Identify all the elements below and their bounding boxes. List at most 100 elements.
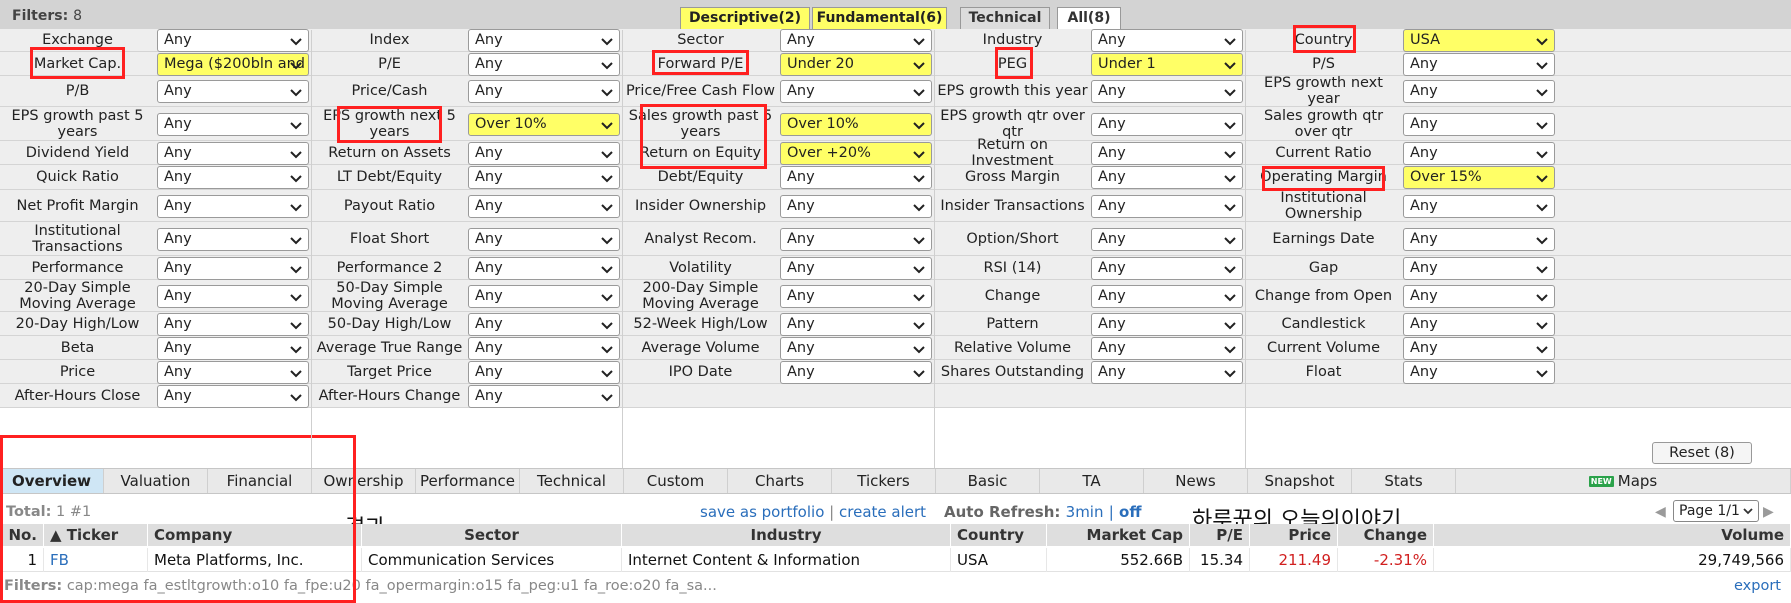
export-link[interactable]: export xyxy=(1734,578,1781,594)
reset-button[interactable]: Reset (8) xyxy=(1652,442,1752,464)
tab-charts[interactable]: Charts xyxy=(728,469,832,493)
filter-select[interactable]: Any xyxy=(780,166,932,189)
filter-select[interactable]: Any xyxy=(468,166,620,189)
auto-refresh-interval[interactable]: 3min xyxy=(1066,503,1104,521)
filter-select[interactable]: Any xyxy=(468,29,620,52)
column-header[interactable]: Price xyxy=(1250,524,1338,546)
tab-all[interactable]: All(8) xyxy=(1057,7,1121,29)
filter-select[interactable]: Any xyxy=(1403,142,1555,165)
tab-custom[interactable]: Custom xyxy=(624,469,728,493)
column-header[interactable]: Company xyxy=(148,524,362,546)
filter-select[interactable]: Any xyxy=(157,142,309,165)
tab-technical[interactable]: Technical xyxy=(960,7,1050,29)
filter-select[interactable]: Any xyxy=(468,257,620,280)
filter-select[interactable]: Any xyxy=(1403,285,1555,308)
filter-select[interactable]: Any xyxy=(1091,313,1243,336)
filter-select[interactable]: Any xyxy=(1403,257,1555,280)
filter-select[interactable]: Any xyxy=(1091,257,1243,280)
column-header[interactable]: Sector xyxy=(362,524,622,546)
filter-select[interactable]: Any xyxy=(157,385,309,408)
filter-select[interactable]: Any xyxy=(780,285,932,308)
filter-select[interactable]: Any xyxy=(468,385,620,408)
filter-select[interactable]: Under 20 xyxy=(780,53,932,76)
filter-select[interactable]: Any xyxy=(780,313,932,336)
tab-valuation[interactable]: Valuation xyxy=(104,469,208,493)
filter-select[interactable]: Any xyxy=(468,313,620,336)
filter-select[interactable]: Any xyxy=(780,228,932,251)
filter-select[interactable]: Any xyxy=(157,195,309,218)
filter-select[interactable]: Any xyxy=(157,337,309,360)
create-alert-link[interactable]: create alert xyxy=(839,503,926,521)
tab-ownership[interactable]: Ownership xyxy=(312,469,416,493)
filter-select[interactable]: Over 10% xyxy=(468,113,620,136)
tab-financial[interactable]: Financial xyxy=(208,469,312,493)
filter-select[interactable]: Any xyxy=(1403,195,1555,218)
filter-select[interactable]: Any xyxy=(1403,337,1555,360)
filter-select[interactable]: Any xyxy=(1403,80,1555,103)
column-header[interactable]: Industry xyxy=(622,524,951,546)
filter-select[interactable]: Any xyxy=(1403,53,1555,76)
tab-fundamental[interactable]: Fundamental(6) xyxy=(812,7,947,29)
filter-select[interactable]: Any xyxy=(780,361,932,384)
filter-select[interactable]: Any xyxy=(1091,113,1243,136)
filter-select[interactable]: Over 10% xyxy=(780,113,932,136)
filter-select[interactable]: Mega ($200bln and more) xyxy=(157,53,309,76)
column-header[interactable]: Market Cap xyxy=(1047,524,1190,546)
filter-select[interactable]: Any xyxy=(1403,228,1555,251)
filter-select[interactable]: Any xyxy=(468,80,620,103)
filter-select[interactable]: Any xyxy=(1403,313,1555,336)
filter-select[interactable]: Any xyxy=(468,228,620,251)
next-page-icon[interactable]: ▶ xyxy=(1763,504,1774,520)
filter-select[interactable]: Any xyxy=(1091,29,1243,52)
filter-select[interactable]: Any xyxy=(157,29,309,52)
tab-basic[interactable]: Basic xyxy=(936,469,1040,493)
tab-tickers[interactable]: Tickers xyxy=(832,469,936,493)
column-header[interactable]: ▲ Ticker xyxy=(44,524,148,546)
tab-descriptive[interactable]: Descriptive(2) xyxy=(680,7,810,29)
filter-select[interactable]: Any xyxy=(780,29,932,52)
filter-select[interactable]: Any xyxy=(468,285,620,308)
filter-select[interactable]: Any xyxy=(468,53,620,76)
filter-select[interactable]: Any xyxy=(1091,80,1243,103)
ticker-link[interactable]: FB xyxy=(44,548,148,572)
filter-select[interactable]: Any xyxy=(1091,195,1243,218)
tab-news[interactable]: News xyxy=(1144,469,1248,493)
column-header[interactable]: Change xyxy=(1338,524,1434,546)
filter-select[interactable]: Any xyxy=(1091,361,1243,384)
filter-select[interactable]: Any xyxy=(157,313,309,336)
tab-ta[interactable]: TA xyxy=(1040,469,1144,493)
column-header[interactable]: No. xyxy=(0,524,44,546)
filter-select[interactable]: Any xyxy=(780,80,932,103)
filter-select[interactable]: Any xyxy=(157,228,309,251)
filter-select[interactable]: Over 15% xyxy=(1403,166,1555,189)
filter-select[interactable]: Any xyxy=(468,195,620,218)
tab-maps[interactable]: NEW Maps xyxy=(1456,469,1791,493)
filter-select[interactable]: Any xyxy=(157,285,309,308)
column-header[interactable]: Volume xyxy=(1434,524,1791,546)
filter-select[interactable]: Over +20% xyxy=(780,142,932,165)
save-portfolio-link[interactable]: save as portfolio xyxy=(700,503,824,521)
filter-select[interactable]: Any xyxy=(1091,285,1243,308)
column-header[interactable]: Country xyxy=(951,524,1047,546)
filter-select[interactable]: Any xyxy=(157,80,309,103)
filter-select[interactable]: Any xyxy=(468,337,620,360)
tab-overview[interactable]: Overview xyxy=(0,469,104,493)
filter-select[interactable]: Any xyxy=(1091,337,1243,360)
filter-select[interactable]: Any xyxy=(1403,361,1555,384)
tab-snapshot[interactable]: Snapshot xyxy=(1248,469,1352,493)
filter-select[interactable]: Any xyxy=(1091,228,1243,251)
filter-select[interactable]: Any xyxy=(780,337,932,360)
tab-technical[interactable]: Technical xyxy=(520,469,624,493)
filter-select[interactable]: Under 1 xyxy=(1091,53,1243,76)
filter-select[interactable]: Any xyxy=(157,361,309,384)
filter-select[interactable]: Any xyxy=(780,257,932,280)
filter-select[interactable]: Any xyxy=(468,361,620,384)
filter-select[interactable]: USA xyxy=(1403,29,1555,52)
filter-select[interactable]: Any xyxy=(157,257,309,280)
filter-select[interactable]: Any xyxy=(780,195,932,218)
column-header[interactable]: P/E xyxy=(1190,524,1250,546)
page-select[interactable]: Page 1/1 xyxy=(1673,500,1759,522)
filter-select[interactable]: Any xyxy=(1091,166,1243,189)
auto-refresh-off[interactable]: off xyxy=(1119,503,1141,521)
tab-stats[interactable]: Stats xyxy=(1352,469,1456,493)
